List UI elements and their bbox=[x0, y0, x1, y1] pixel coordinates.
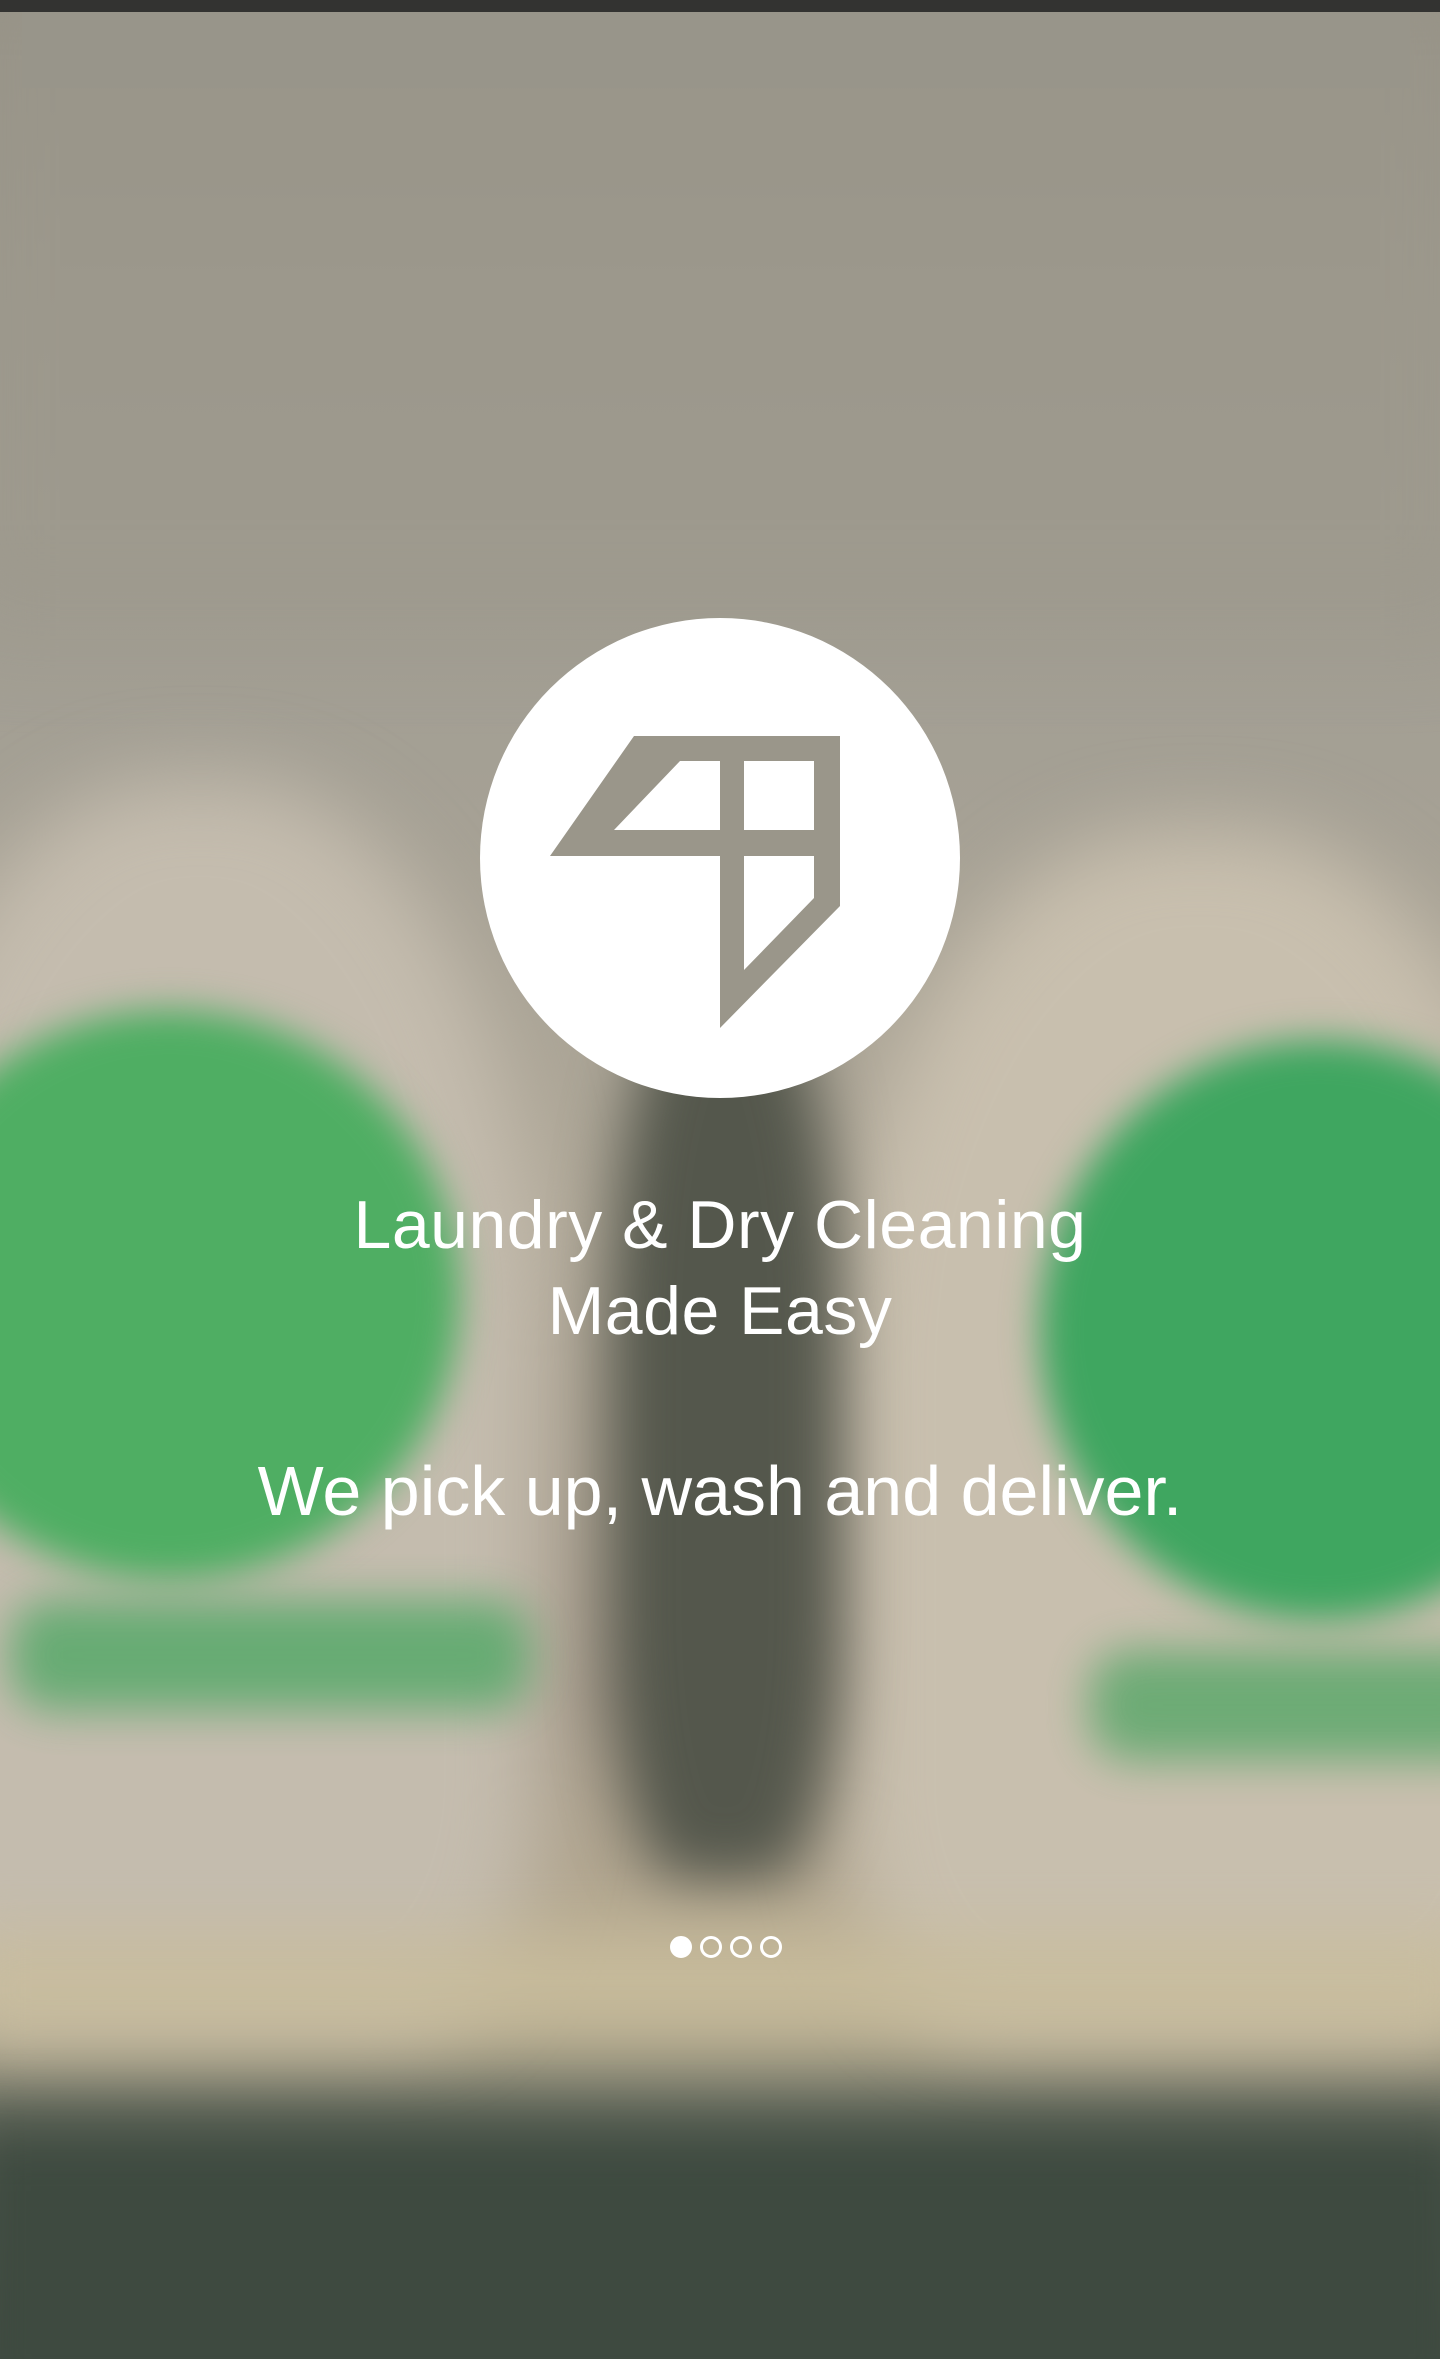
page-dot-4[interactable] bbox=[760, 1936, 782, 1958]
background-label-right bbox=[1090, 1650, 1440, 1760]
page-dot-3[interactable] bbox=[730, 1936, 752, 1958]
headline-line-1: Laundry & Dry Cleaning bbox=[353, 1187, 1087, 1263]
background-wall bbox=[0, 0, 1440, 640]
status-bar bbox=[0, 0, 1440, 12]
page-indicator[interactable] bbox=[6, 1936, 1440, 1958]
onboarding-screen[interactable]: Laundry & Dry Cleaning Made Easy We pick… bbox=[0, 0, 1440, 2359]
brand-logo bbox=[480, 618, 960, 1098]
headline-line-2: Made Easy bbox=[547, 1273, 893, 1349]
app-bar bbox=[22, 12, 1410, 88]
background-bottle bbox=[610, 980, 840, 1880]
onboarding-tagline: We pick up, wash and deliver. bbox=[257, 1452, 1183, 1530]
background-floor bbox=[0, 2120, 1440, 2359]
brand-logo-icon bbox=[550, 736, 840, 1028]
background-label-left bbox=[10, 1600, 530, 1710]
onboarding-headline: Laundry & Dry Cleaning Made Easy bbox=[0, 1182, 1440, 1354]
page-dot-1[interactable] bbox=[670, 1936, 692, 1958]
page-dot-2[interactable] bbox=[700, 1936, 722, 1958]
